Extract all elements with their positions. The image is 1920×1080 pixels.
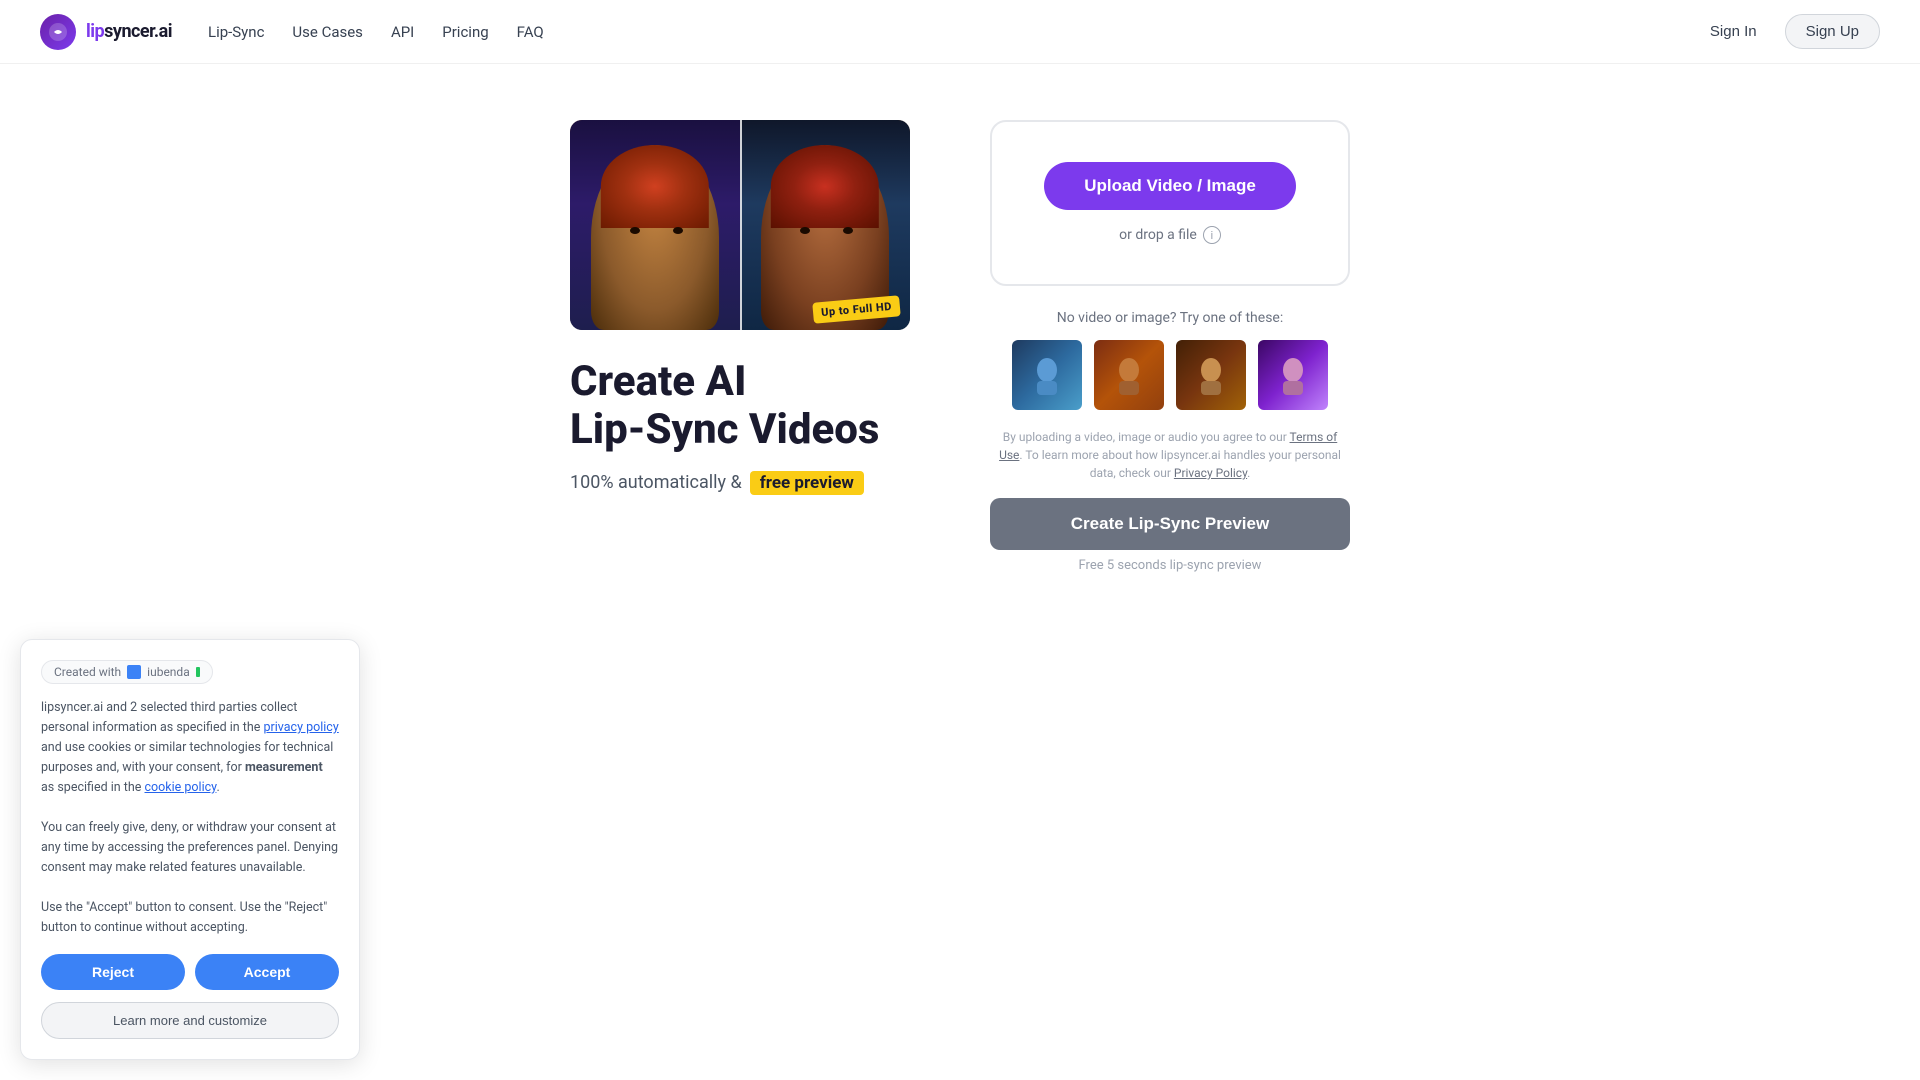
create-preview-button[interactable]: Create Lip-Sync Preview [990, 498, 1350, 550]
privacy-policy-link[interactable]: privacy policy [263, 720, 338, 735]
sample-thumb-4[interactable] [1256, 338, 1330, 412]
face-left [570, 120, 740, 330]
cookie-policy-link[interactable]: cookie policy [145, 780, 217, 795]
nav-link-pricing[interactable]: Pricing [442, 23, 488, 41]
hero-image: Up to Full HD [570, 120, 910, 330]
accept-button[interactable]: Accept [195, 954, 339, 990]
upload-card: Upload Video / Image or drop a file i [990, 120, 1350, 286]
nav-link-usecases[interactable]: Use Cases [292, 23, 363, 41]
cookie-body-text: lipsyncer.ai and 2 selected third partie… [41, 698, 339, 938]
hero-subtitle: 100% automatically & free preview [570, 471, 864, 495]
terms-link[interactable]: Terms of Use [999, 430, 1337, 462]
free-preview-badge: free preview [750, 471, 864, 495]
upload-button[interactable]: Upload Video / Image [1044, 162, 1296, 210]
learn-more-button[interactable]: Learn more and customize [41, 1002, 339, 1039]
drop-file-label: or drop a file i [1119, 226, 1221, 244]
sample-label: No video or image? Try one of these: [990, 310, 1350, 326]
created-with-label: Created with [54, 665, 121, 679]
nav-right: Sign In Sign Up [1694, 14, 1880, 49]
signin-button[interactable]: Sign In [1694, 15, 1773, 48]
create-note: Free 5 seconds lip-sync preview [1079, 558, 1262, 573]
sample-thumb-2[interactable] [1092, 338, 1166, 412]
logo-text: lipsyncer.ai [86, 21, 172, 42]
reject-button[interactable]: Reject [41, 954, 185, 990]
cookie-banner: Created with iubenda lipsyncer.ai and 2 … [20, 639, 360, 1060]
nav-link-lipsync[interactable]: Lip-Sync [208, 23, 264, 41]
iubenda-bar-icon [196, 667, 200, 677]
nav-left: lipsyncer.ai Lip-Sync Use Cases API Pric… [40, 14, 544, 50]
privacy-link[interactable]: Privacy Policy [1174, 466, 1247, 480]
iubenda-created-badge[interactable]: Created with iubenda [41, 660, 213, 684]
cookie-buttons: Reject Accept [41, 954, 339, 990]
signup-button[interactable]: Sign Up [1785, 14, 1880, 49]
left-section: Up to Full HD Create AI Lip-Sync Videos … [570, 120, 910, 495]
nav-link-faq[interactable]: FAQ [517, 23, 544, 41]
sample-section: No video or image? Try one of these: [990, 310, 1350, 412]
info-icon[interactable]: i [1203, 226, 1221, 244]
logo-icon [40, 14, 76, 50]
nav-link-api[interactable]: API [391, 23, 414, 41]
iubenda-label: iubenda [147, 665, 190, 679]
divider-line [740, 120, 742, 330]
terms-text: By uploading a video, image or audio you… [990, 428, 1350, 482]
sample-thumb-3[interactable] [1174, 338, 1248, 412]
sample-thumbnails [990, 338, 1350, 412]
hero-title: Create AI Lip-Sync Videos [570, 358, 879, 455]
right-section: Upload Video / Image or drop a file i No… [990, 120, 1350, 573]
nav-links: Lip-Sync Use Cases API Pricing FAQ [208, 23, 544, 41]
navbar: lipsyncer.ai Lip-Sync Use Cases API Pric… [0, 0, 1920, 64]
logo[interactable]: lipsyncer.ai [40, 14, 172, 50]
sample-thumb-1[interactable] [1010, 338, 1084, 412]
iubenda-logo-icon [127, 665, 141, 679]
